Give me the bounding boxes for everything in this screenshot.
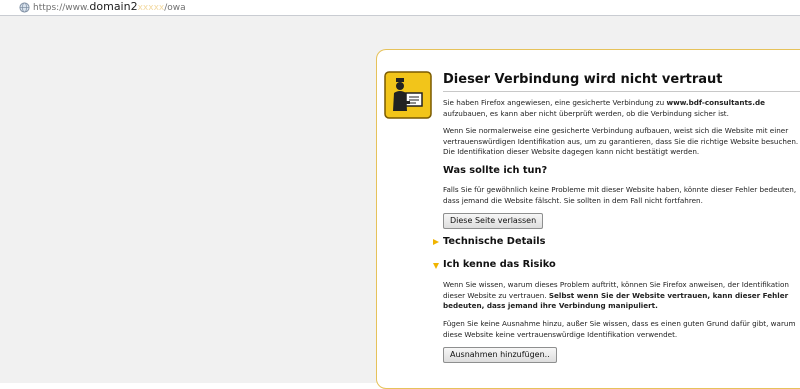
certificate-error-panel: Dieser Verbindung wird nicht vertraut Si… (376, 49, 800, 389)
risk-paragraph: Wenn Sie wissen, warum dieses Problem au… (443, 280, 800, 312)
triangle-down-icon[interactable] (432, 262, 440, 270)
url-text[interactable]: https://www.domain2xxxxx/owa (33, 1, 186, 14)
error-title: Dieser Verbindung wird nicht vertraut (443, 72, 723, 87)
what-to-do-paragraph: Falls Sie für gewöhnlich keine Probleme … (443, 185, 797, 205)
technical-details-toggle[interactable]: Technische Details (443, 236, 545, 247)
title-divider (443, 91, 800, 92)
url-path: /owa (164, 3, 186, 13)
url-host: domain2 (89, 0, 138, 13)
explanation-paragraph: Wenn Sie normalerweise eine gesicherte V… (443, 126, 799, 156)
what-to-do-heading: Was sollte ich tun? (443, 165, 548, 176)
url-prefix: https://www. (33, 3, 90, 13)
understand-risks-toggle[interactable]: Ich kenne das Risiko (443, 259, 556, 270)
url-masked-segment: xxxxx (137, 3, 165, 13)
globe-icon (19, 2, 30, 13)
intro-text-before: Sie haben Firefox angewiesen, eine gesic… (443, 98, 667, 107)
leave-page-button[interactable]: Diese Seite verlassen (443, 213, 544, 229)
police-officer-warning-icon (384, 71, 432, 119)
add-exception-button[interactable]: Ausnahmen hinzufügen.. (443, 347, 557, 363)
intro-host: www.bdf-consultants.de (666, 98, 765, 107)
address-bar[interactable]: https://www.domain2xxxxx/owa (0, 0, 800, 16)
triangle-right-icon[interactable] (432, 238, 440, 246)
exception-paragraph: Fügen Sie keine Ausnahme hinzu, außer Si… (443, 319, 796, 339)
intro-text-after: aufzubauen, es kann aber nicht überprüft… (443, 108, 729, 118)
intro-paragraph: Sie haben Firefox angewiesen, eine gesic… (443, 98, 800, 119)
